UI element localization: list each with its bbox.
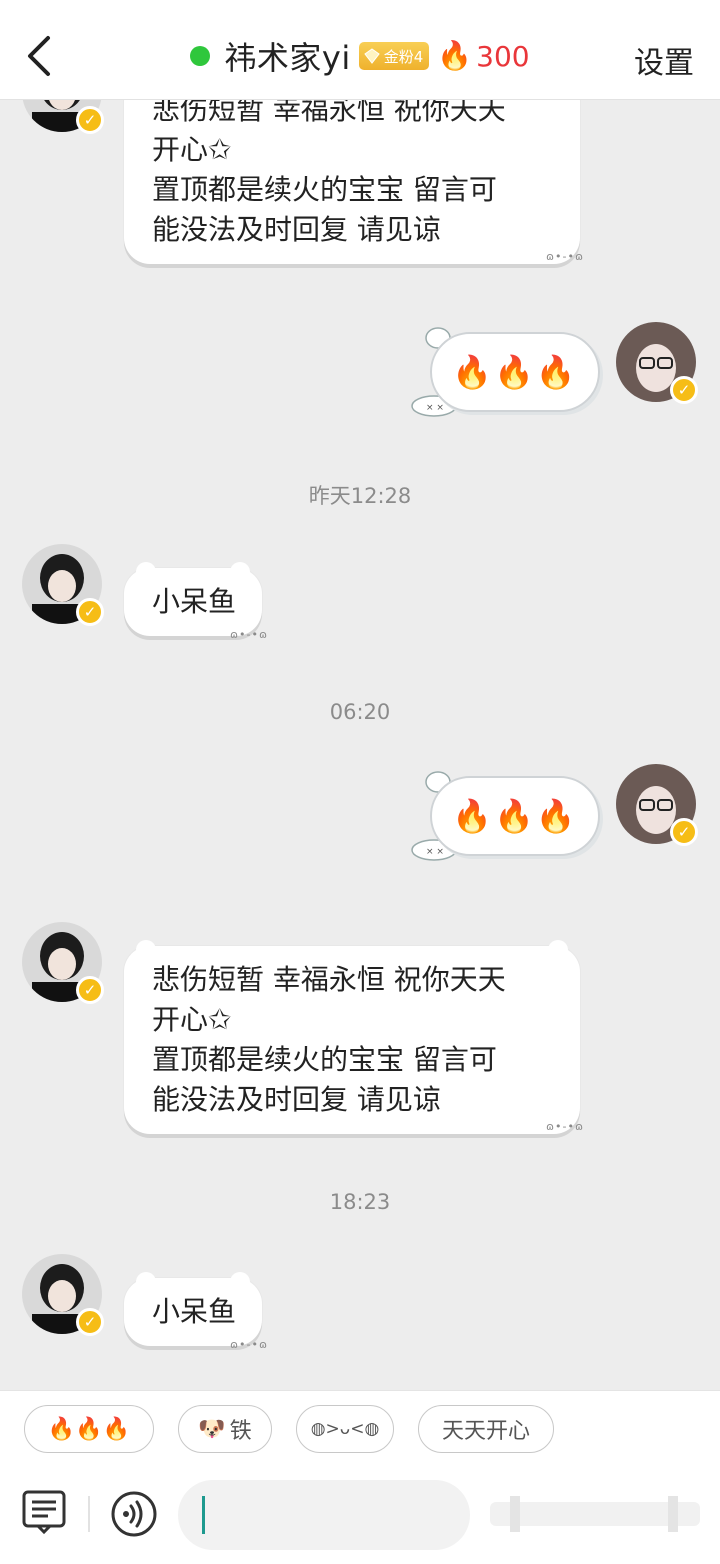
my-avatar[interactable]: ✓ bbox=[616, 764, 698, 846]
quick-reply-tie[interactable]: 🐶 铁 bbox=[178, 1405, 272, 1453]
contact-avatar[interactable]: ✓ bbox=[22, 1254, 104, 1336]
divider bbox=[88, 1496, 90, 1532]
top-bar: 祎术家yi 金粉4 🔥 300 设置 bbox=[0, 0, 720, 100]
fan-level-badge[interactable]: 金粉4 bbox=[358, 42, 430, 70]
menu-icon[interactable] bbox=[20, 1488, 68, 1536]
timestamp: 昨天12:28 bbox=[308, 484, 412, 508]
contact-name: 祎术家yi bbox=[224, 39, 351, 77]
verified-icon: ✓ bbox=[670, 818, 698, 846]
dog-icon: 🐶 bbox=[198, 1416, 226, 1442]
my-avatar[interactable]: ✓ bbox=[616, 322, 698, 404]
title-area[interactable]: 祎术家yi 金粉4 🔥 300 bbox=[0, 30, 720, 82]
message-bubble-in[interactable]: 小呆鱼 bbox=[124, 1272, 263, 1346]
chat-page: 祎术家yi 金粉4 🔥 300 设置 ✓ 悲伤短暂 幸福永恒 祝你天天 开心✩ … bbox=[0, 0, 720, 1564]
quick-reply-label: 铁 bbox=[229, 1419, 252, 1444]
verified-icon: ✓ bbox=[670, 376, 698, 404]
verified-icon: ✓ bbox=[76, 106, 104, 134]
quick-reply-bar: 🔥🔥🔥 🐶 铁 ◍>ᴗ<◍ 天天开心 bbox=[0, 1390, 720, 1470]
flame-icon: 🔥 bbox=[437, 39, 473, 72]
quick-reply-kaomoji[interactable]: ◍>ᴗ<◍ bbox=[296, 1405, 394, 1453]
streak-counter[interactable]: 🔥 300 bbox=[437, 40, 529, 73]
message-list[interactable]: ✓ 悲伤短暂 幸福永恒 祝你天天 开心✩ 置顶都是续火的宝宝 留言可 能没法及时… bbox=[0, 100, 720, 1390]
online-dot bbox=[190, 46, 211, 66]
streak-number: 300 bbox=[476, 39, 530, 73]
voice-icon[interactable] bbox=[110, 1490, 158, 1538]
svg-text:× ×: × × bbox=[426, 847, 444, 857]
message-input[interactable] bbox=[178, 1480, 470, 1550]
gem-icon bbox=[364, 48, 380, 64]
input-bar bbox=[0, 1470, 720, 1564]
quick-reply-fire[interactable]: 🔥🔥🔥 bbox=[24, 1405, 154, 1453]
bubble-decoration: ɷ•-•ɷ bbox=[546, 1120, 584, 1133]
blurred-region bbox=[490, 1496, 700, 1532]
fan-badge-label: 金粉4 bbox=[383, 47, 424, 66]
svg-text:× ×: × × bbox=[426, 403, 444, 413]
message-bubble-in[interactable]: 小呆鱼 bbox=[124, 562, 263, 636]
quick-reply-happy[interactable]: 天天开心 bbox=[418, 1405, 554, 1453]
contact-avatar[interactable]: ✓ bbox=[22, 100, 104, 134]
message-bubble-out[interactable]: 🔥🔥🔥 bbox=[430, 332, 600, 412]
bubble-decoration: ɷ•-•ɷ bbox=[230, 628, 268, 641]
bubble-decoration: ɷ•-•ɷ bbox=[230, 1338, 268, 1351]
verified-icon: ✓ bbox=[76, 598, 104, 626]
settings-button[interactable]: 设置 bbox=[634, 38, 694, 82]
verified-icon: ✓ bbox=[76, 1308, 104, 1336]
message-bubble-in[interactable]: 悲伤短暂 幸福永恒 祝你天天 开心✩ 置顶都是续火的宝宝 留言可 能没法及时回复… bbox=[124, 940, 580, 1134]
contact-avatar[interactable]: ✓ bbox=[22, 922, 104, 1004]
timestamp: 18:23 bbox=[329, 1190, 391, 1214]
text-caret bbox=[202, 1496, 205, 1534]
message-bubble-out[interactable]: 🔥🔥🔥 bbox=[430, 776, 600, 856]
verified-icon: ✓ bbox=[76, 976, 104, 1004]
message-bubble-in[interactable]: 悲伤短暂 幸福永恒 祝你天天 开心✩ 置顶都是续火的宝宝 留言可 能没法及时回复… bbox=[124, 100, 580, 264]
contact-avatar[interactable]: ✓ bbox=[22, 544, 104, 626]
timestamp: 06:20 bbox=[329, 700, 391, 724]
bubble-decoration: ɷ•-•ɷ bbox=[546, 250, 584, 263]
